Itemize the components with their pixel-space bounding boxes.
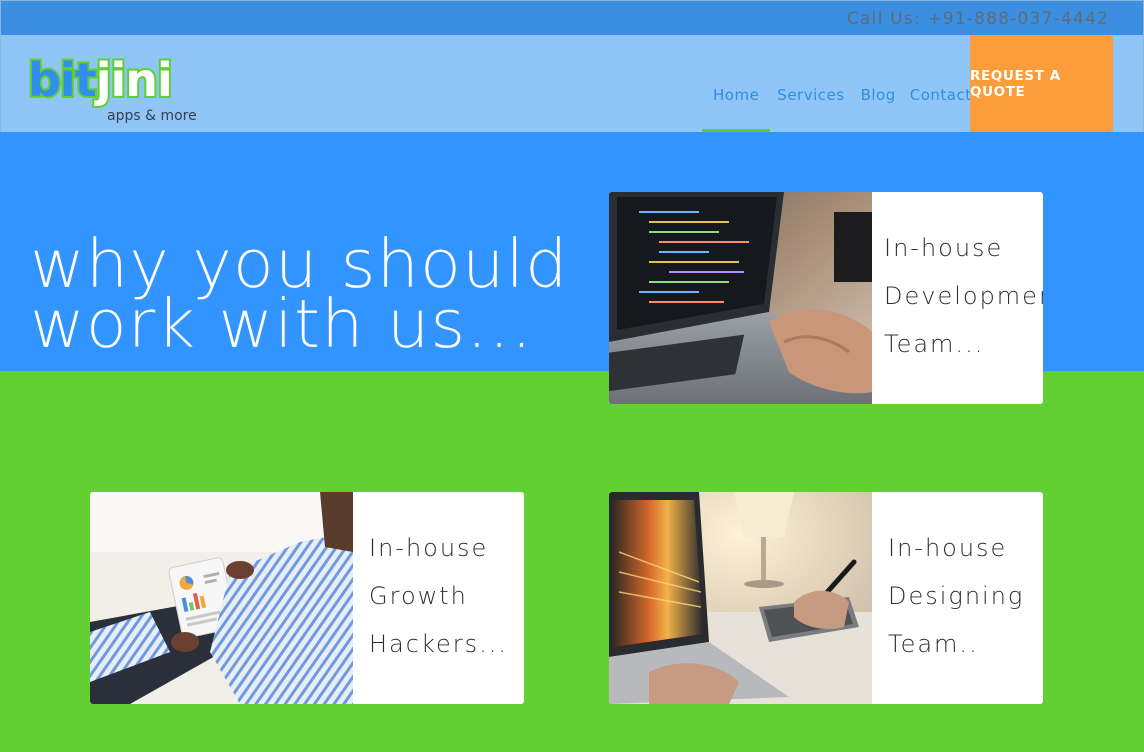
nav-services[interactable]: Services [771,35,850,132]
request-quote-button[interactable]: REQUEST A QUOTE [970,35,1113,132]
card-line: Growth [369,582,468,610]
laptop-coding-image [609,192,872,404]
card-growth-text: In-house Growth Hackers... [353,492,508,704]
card-growth-hackers[interactable]: In-house Growth Hackers... [90,492,524,704]
logo-word-jini: jini [94,51,175,109]
nav-blog[interactable]: Blog [855,35,902,132]
card-development-text: In-house Development Team... [872,192,1043,404]
main-nav: Home Services Blog Contact [702,35,978,132]
nav-home[interactable]: Home [702,35,771,132]
call-us-phone[interactable]: Call Us: +91-888-037-4442 [847,9,1109,29]
hero-title-line2: work with us... [30,285,534,363]
card-line: Hackers... [369,630,509,658]
nav-contact[interactable]: Contact [904,35,978,132]
hero-title: why you should work with us... [30,230,569,363]
card-development-team[interactable]: In-house Development Team... [609,192,1043,404]
bitjini-logo[interactable]: bitjini apps & more [26,51,198,126]
card-designing-text: In-house Designing Team.. [872,492,1024,704]
logo-word-bit: bit [26,51,99,109]
card-line: In-house [884,234,1004,262]
page: Call Us: +91-888-037-4442 bitjini apps &… [0,0,1144,752]
card-line: Team... [884,330,985,358]
card-line: In-house [888,534,1008,562]
tablet-analytics-image [90,492,353,704]
top-bar: Call Us: +91-888-037-4442 [0,0,1144,35]
card-line: In-house [369,534,489,562]
card-line: Designing [888,582,1025,610]
card-designing-team[interactable]: In-house Designing Team.. [609,492,1043,704]
logo-wordmark: bitjini [26,51,175,109]
header-navbar: bitjini apps & more Home Services Blog C… [0,35,1144,132]
card-line: Team.. [888,630,979,658]
logo-tagline: apps & more [107,108,197,124]
laptop-design-image [609,492,872,704]
card-line: Development [884,282,1043,310]
